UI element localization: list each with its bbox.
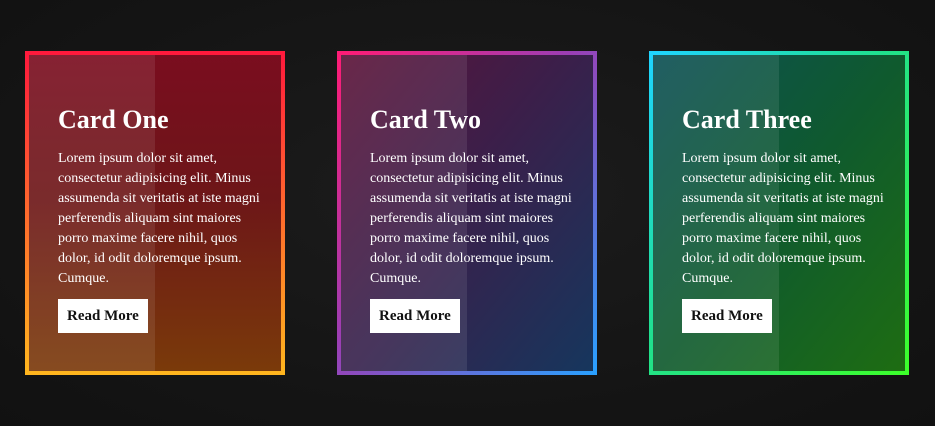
card-three: Card Three Lorem ipsum dolor sit amet, c…	[647, 49, 911, 377]
card-title: Card Two	[370, 105, 481, 134]
read-more-button[interactable]: Read More	[682, 299, 772, 333]
card-one: Card One Lorem ipsum dolor sit amet, con…	[23, 49, 287, 377]
page-stage: Card One Lorem ipsum dolor sit amet, con…	[0, 0, 935, 426]
card-content: Card Three Lorem ipsum dolor sit amet, c…	[682, 105, 887, 333]
card-content: Card Two Lorem ipsum dolor sit amet, con…	[370, 105, 575, 333]
card-text: Lorem ipsum dolor sit amet, consectetur …	[58, 151, 260, 286]
read-more-button[interactable]: Read More	[58, 299, 148, 333]
card-text: Lorem ipsum dolor sit amet, consectetur …	[682, 151, 884, 286]
card-title: Card Three	[682, 105, 812, 134]
card-content: Card One Lorem ipsum dolor sit amet, con…	[58, 105, 263, 333]
card-text: Lorem ipsum dolor sit amet, consectetur …	[370, 151, 572, 286]
card-two: Card Two Lorem ipsum dolor sit amet, con…	[335, 49, 599, 377]
read-more-button[interactable]: Read More	[370, 299, 460, 333]
card-title: Card One	[58, 105, 169, 134]
